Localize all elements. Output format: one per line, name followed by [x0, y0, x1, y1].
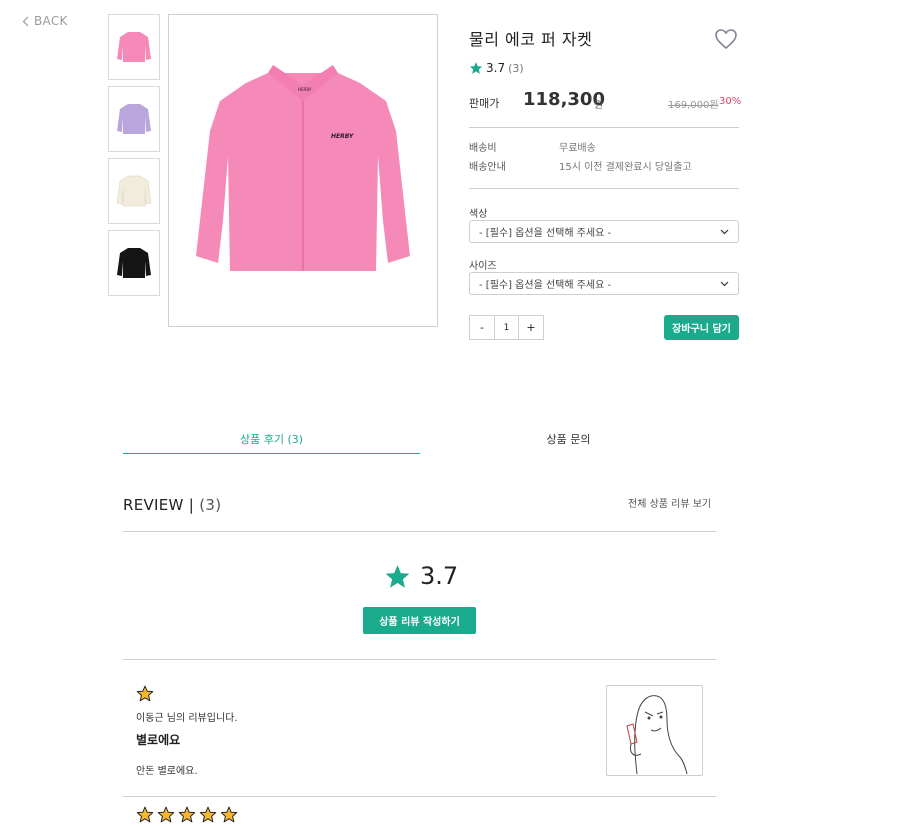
- chevron-down-icon: [720, 281, 729, 286]
- thumbnail-black[interactable]: [108, 230, 160, 296]
- divider: [123, 531, 716, 532]
- star-icon: [157, 806, 175, 823]
- divider: [123, 659, 716, 660]
- review-author: 이동근 님의 리뷰입니다.: [136, 713, 238, 724]
- thumbnail-pink[interactable]: [108, 14, 160, 80]
- tab-inquiries[interactable]: 상품 문의: [420, 431, 717, 447]
- price-unit: 원: [594, 100, 604, 111]
- main-product-image: HERBY HERBY: [168, 14, 438, 327]
- sale-price: 118,300: [523, 89, 605, 110]
- shipping-guide-label: 배송안내: [469, 162, 506, 173]
- shipping-fee-value: 무료배송: [559, 143, 596, 154]
- product-rating: 3.7 (3): [469, 61, 524, 75]
- svg-text:HERBY: HERBY: [331, 133, 354, 140]
- review-body: 안돈 별로에요.: [136, 766, 198, 777]
- shipping-fee-label: 배송비: [469, 143, 497, 154]
- price-label: 판매가: [469, 97, 500, 110]
- jacket-image: HERBY HERBY: [196, 64, 410, 271]
- add-to-cart-button[interactable]: 장바구니 담기: [664, 315, 739, 340]
- rating-value: 3.7: [486, 61, 506, 75]
- average-rating-value: 3.7: [420, 562, 459, 590]
- back-label: BACK: [34, 14, 68, 28]
- tab-reviews[interactable]: 상품 후기 (3): [123, 431, 420, 447]
- star-icon: [178, 806, 196, 823]
- star-icon: [385, 564, 410, 588]
- write-review-button[interactable]: 상품 리뷰 작성하기: [363, 607, 476, 634]
- heart-icon[interactable]: [714, 28, 738, 50]
- product-title: 물리 에코 퍼 자켓: [469, 30, 593, 49]
- review-heading-label: REVIEW |: [123, 496, 195, 514]
- quantity-decrease-button[interactable]: -: [470, 316, 494, 339]
- quantity-value[interactable]: 1: [494, 316, 519, 339]
- review-photo[interactable]: [606, 685, 703, 776]
- chevron-left-icon: [22, 16, 29, 26]
- active-tab-indicator: [123, 453, 420, 454]
- jacket-thumbnail-image: [116, 175, 152, 207]
- original-price: 169,000원: [668, 100, 719, 111]
- quantity-stepper: - 1 +: [469, 315, 544, 340]
- divider: [123, 796, 716, 797]
- size-select[interactable]: - [필수] 옵션을 선택해 주세요 -: [469, 272, 739, 295]
- discount-rate: 30%: [719, 96, 742, 107]
- review-heading: REVIEW | (3): [123, 496, 221, 514]
- color-option-label: 색상: [469, 209, 488, 220]
- jacket-thumbnail-image: [117, 248, 151, 278]
- divider: [469, 127, 739, 128]
- thumbnail-lavender[interactable]: [108, 86, 160, 152]
- shipping-guide-value: 15시 이전 결제완료시 당일출고: [559, 162, 692, 173]
- review-heading-count: (3): [199, 496, 222, 514]
- chevron-down-icon: [720, 229, 729, 234]
- star-icon: [220, 806, 238, 823]
- quantity-increase-button[interactable]: +: [519, 316, 543, 339]
- color-select-value: - [필수] 옵션을 선택해 주세요 -: [479, 228, 612, 239]
- average-rating: 3.7: [384, 562, 458, 590]
- star-icon: [136, 685, 154, 702]
- back-link[interactable]: BACK: [22, 14, 68, 28]
- thumbnail-cream[interactable]: [108, 158, 160, 224]
- review-stars: [136, 806, 238, 823]
- divider: [469, 188, 739, 189]
- size-option-label: 사이즈: [469, 261, 497, 272]
- size-select-value: - [필수] 옵션을 선택해 주세요 -: [479, 280, 612, 291]
- color-select[interactable]: - [필수] 옵션을 선택해 주세요 -: [469, 220, 739, 243]
- star-icon: [469, 62, 483, 74]
- review-title: 별로에요: [136, 733, 181, 747]
- star-icon: [136, 806, 154, 823]
- star-icon: [199, 806, 217, 823]
- rating-count: (3): [508, 61, 524, 75]
- view-all-reviews-link[interactable]: 전체 상품 리뷰 보기: [628, 495, 711, 510]
- svg-text:HERBY: HERBY: [298, 87, 312, 92]
- jacket-thumbnail-image: [117, 32, 151, 62]
- jacket-thumbnail-image: [117, 104, 151, 134]
- review-sketch-image: [626, 695, 688, 775]
